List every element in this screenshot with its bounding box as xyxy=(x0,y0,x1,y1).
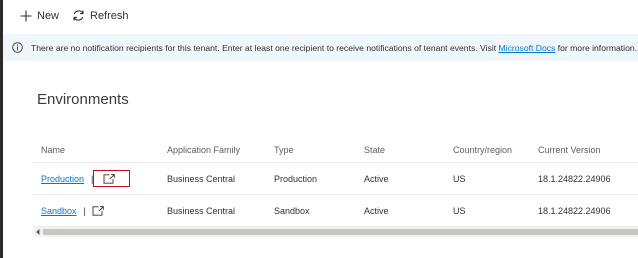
column-header-type[interactable]: Type xyxy=(274,138,294,162)
country-cell: US xyxy=(453,205,466,216)
environment-name-cell: Production | xyxy=(41,163,131,194)
notification-banner: There are no notification recipients for… xyxy=(3,34,638,61)
open-in-new-window-icon xyxy=(92,205,104,216)
version-cell: 18.1.24822.24906 xyxy=(538,205,611,216)
horizontal-scrollbar[interactable] xyxy=(33,227,638,237)
version-cell: 18.1.24822.24906 xyxy=(538,173,611,184)
type-cell: Sandbox xyxy=(274,205,310,216)
scroll-left-arrow-icon[interactable] xyxy=(35,229,41,235)
microsoft-docs-link[interactable]: Microsoft Docs xyxy=(499,43,556,53)
new-button[interactable]: New xyxy=(20,7,59,24)
column-header-application-family[interactable]: Application Family xyxy=(167,138,240,162)
command-bar: New Refresh xyxy=(3,0,638,30)
table-row: Sandbox | Business Central Sandbox Activ… xyxy=(33,195,638,227)
banner-text-after: for more information. xyxy=(555,42,638,53)
environment-link-production[interactable]: Production xyxy=(41,174,84,184)
refresh-button[interactable]: Refresh xyxy=(72,7,129,24)
application-family-cell: Business Central xyxy=(167,205,236,216)
column-header-state[interactable]: State xyxy=(364,138,385,162)
column-header-country-region[interactable]: Country/region xyxy=(453,138,512,162)
state-cell: Active xyxy=(364,205,389,216)
scrollbar-thumb[interactable] xyxy=(43,229,638,235)
column-header-name[interactable]: Name xyxy=(41,138,65,162)
refresh-button-label: Refresh xyxy=(90,9,129,22)
environments-page: New Refresh There are no notification re… xyxy=(0,0,638,258)
plus-icon xyxy=(20,10,32,22)
new-button-label: New xyxy=(37,9,60,22)
banner-text-before: There are no notification recipients for… xyxy=(31,42,499,53)
open-environment-button[interactable] xyxy=(92,205,104,216)
info-icon xyxy=(12,42,23,53)
environments-table: Name Application Family Type State Count… xyxy=(33,138,638,227)
open-in-new-window-icon xyxy=(103,173,116,184)
table-header-row: Name Application Family Type State Count… xyxy=(33,138,638,163)
refresh-icon xyxy=(72,9,85,22)
open-environment-button[interactable] xyxy=(93,170,131,187)
type-cell: Production xyxy=(274,173,318,184)
banner-message: There are no notification recipients for… xyxy=(31,43,637,53)
country-cell: US xyxy=(453,173,466,184)
application-family-cell: Business Central xyxy=(167,173,236,184)
table-row: Production | Business Central Production… xyxy=(33,163,638,195)
environment-link-sandbox[interactable]: Sandbox xyxy=(41,206,77,216)
column-header-current-version[interactable]: Current Version xyxy=(538,138,601,162)
state-cell: Active xyxy=(364,173,389,184)
separator: | xyxy=(83,205,86,216)
page-title: Environments xyxy=(37,91,129,108)
environment-name-cell: Sandbox | xyxy=(41,195,104,226)
